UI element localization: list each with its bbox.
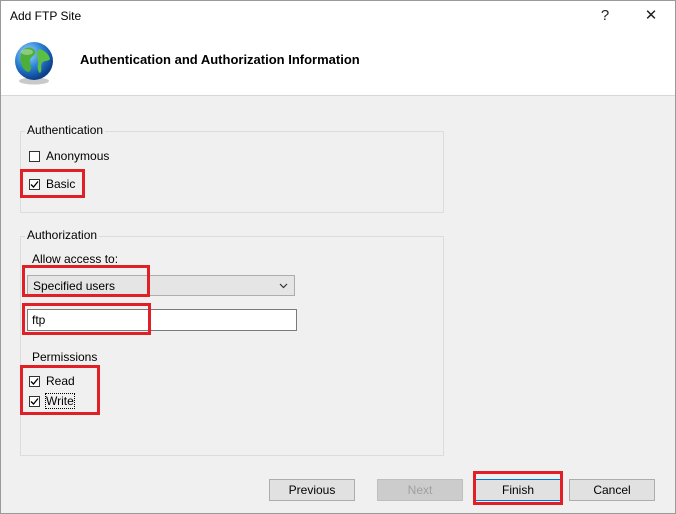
add-ftp-site-dialog: Add FTP Site ? ✕ Authentication and Auth…	[0, 0, 676, 514]
highlight-basic	[20, 169, 85, 198]
permissions-label: Permissions	[32, 350, 98, 364]
close-button[interactable]: ✕	[629, 1, 673, 31]
authentication-legend: Authentication	[25, 123, 106, 137]
previous-button[interactable]: Previous	[269, 479, 355, 501]
window-title: Add FTP Site	[10, 9, 82, 23]
highlight-access-select	[22, 265, 150, 297]
title-bar: Add FTP Site ? ✕	[1, 1, 675, 31]
next-button[interactable]: Next	[377, 479, 463, 501]
highlight-finish	[473, 471, 563, 505]
anonymous-checkbox[interactable]	[29, 150, 40, 162]
allow-access-label: Allow access to:	[32, 252, 119, 266]
help-button[interactable]: ?	[583, 1, 627, 31]
cancel-button[interactable]: Cancel	[569, 479, 655, 501]
anonymous-label: Anonymous	[46, 149, 110, 163]
help-icon: ?	[600, 7, 610, 24]
anonymous-checkbox-row[interactable]: Anonymous	[29, 148, 109, 164]
chevron-down-icon	[279, 283, 288, 289]
authorization-legend: Authorization	[25, 228, 100, 242]
wizard-header: Authentication and Authorization Informa…	[1, 31, 675, 96]
close-icon: ✕	[644, 7, 658, 24]
globe-icon	[15, 42, 53, 85]
highlight-users-input	[22, 303, 151, 335]
highlight-permissions	[20, 365, 100, 415]
page-title: Authentication and Authorization Informa…	[80, 52, 360, 67]
